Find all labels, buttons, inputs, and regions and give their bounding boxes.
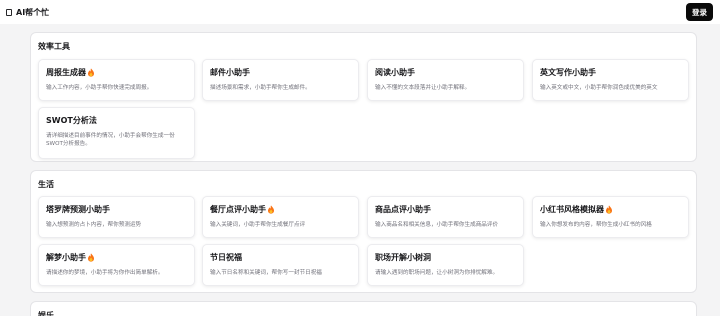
- card-title: 小红书风格模拟器: [540, 205, 604, 214]
- card-description: 描述场景和需求，小助手帮你生成邮件。: [210, 85, 311, 91]
- tool-card-email-helper[interactable]: 邮件小助手 描述场景和需求，小助手帮你生成邮件。: [202, 59, 359, 101]
- app-title: AI帮个忙: [16, 7, 50, 17]
- fire-icon: [88, 68, 94, 77]
- brand[interactable]: AI帮个忙: [6, 7, 49, 18]
- login-button[interactable]: 登录: [686, 3, 713, 21]
- tool-card-tarot[interactable]: 塔罗牌预测小助手 输入想预测的占卜内容，帮你预测运势: [38, 196, 195, 238]
- tool-card-festival-greeting[interactable]: 节日祝福 输入节日名称和关键词，帮你写一封节日祝福: [202, 244, 359, 286]
- card-description: 输入你想发布的内容，帮你生成小红书的风格: [540, 222, 652, 228]
- tool-card-weekly-report[interactable]: 周报生成器 输入工作内容，小助手帮你快速完成周报。: [38, 59, 195, 101]
- tool-card-english-writing[interactable]: 英文写作小助手 输入英文或中文，小助手帮你润色成优美的英文: [532, 59, 689, 101]
- fire-icon: [268, 205, 274, 214]
- card-description: 输入英文或中文，小助手帮你润色成优美的英文: [540, 85, 658, 91]
- fire-icon: [88, 253, 94, 262]
- card-title: 职场开解小树洞: [375, 253, 431, 262]
- card-title: 解梦小助手: [46, 253, 86, 262]
- fire-icon: [606, 205, 612, 214]
- card-title: 餐厅点评小助手: [210, 205, 266, 214]
- section-entertainment: 娱乐: [30, 301, 697, 316]
- card-title: 邮件小助手: [210, 68, 250, 77]
- section-life: 生活 塔罗牌预测小助手 输入想预测的占卜内容，帮你预测运势 餐厅点评小助手 输入…: [30, 170, 697, 293]
- card-description: 请输入遇到的职场问题，让小树洞为你排忧解难。: [375, 270, 499, 276]
- card-title: SWOT分析法: [46, 116, 97, 125]
- card-description: 输入关键词，小助手帮你生成餐厅点评: [210, 222, 306, 228]
- card-title: 周报生成器: [46, 68, 86, 77]
- card-title: 阅读小助手: [375, 68, 415, 77]
- section-title: 娱乐: [38, 311, 54, 316]
- top-bar: AI帮个忙 登录: [0, 0, 720, 24]
- card-description: 请详细描述目前事件的情况，小助手会帮你生成一份SWOT分析报告。: [46, 133, 175, 147]
- tool-card-workplace-treehole[interactable]: 职场开解小树洞 请输入遇到的职场问题，让小树洞为你排忧解难。: [367, 244, 524, 286]
- card-description: 输入想预测的占卜内容，帮你预测运势: [46, 222, 142, 228]
- card-title: 商品点评小助手: [375, 205, 431, 214]
- card-description: 输入节日名称和关键词，帮你写一封节日祝福: [210, 270, 322, 276]
- tool-card-xiaohongshu[interactable]: 小红书风格模拟器 输入你想发布的内容，帮你生成小红书的风格: [532, 196, 689, 238]
- card-title: 塔罗牌预测小助手: [46, 205, 110, 214]
- tool-card-swot[interactable]: SWOT分析法 请详细描述目前事件的情况，小助手会帮你生成一份SWOT分析报告。: [38, 107, 195, 159]
- card-description: 输入不懂的文本段落并让小助手解释。: [375, 85, 471, 91]
- section-title: 效率工具: [38, 42, 70, 51]
- card-title: 节日祝福: [210, 253, 242, 262]
- card-description: 请描述你的梦境，小助手将为你作出简单解析。: [46, 270, 164, 276]
- card-description: 输入工作内容，小助手帮你快速完成周报。: [46, 85, 153, 91]
- section-title: 生活: [38, 180, 54, 189]
- card-title: 英文写作小助手: [540, 68, 596, 77]
- card-description: 输入商品名和相关信息，小助手帮你生成商品评价: [375, 222, 499, 228]
- robot-icon: [6, 8, 12, 16]
- tool-card-restaurant-review[interactable]: 餐厅点评小助手 输入关键词，小助手帮你生成餐厅点评: [202, 196, 359, 238]
- tool-card-product-review[interactable]: 商品点评小助手 输入商品名和相关信息，小助手帮你生成商品评价: [367, 196, 524, 238]
- section-efficiency: 效率工具 周报生成器 输入工作内容，小助手帮你快速完成周报。 邮件小助手 描述场…: [30, 32, 697, 162]
- tool-card-dream[interactable]: 解梦小助手 请描述你的梦境，小助手将为你作出简单解析。: [38, 244, 195, 286]
- tool-card-reading-helper[interactable]: 阅读小助手 输入不懂的文本段落并让小助手解释。: [367, 59, 524, 101]
